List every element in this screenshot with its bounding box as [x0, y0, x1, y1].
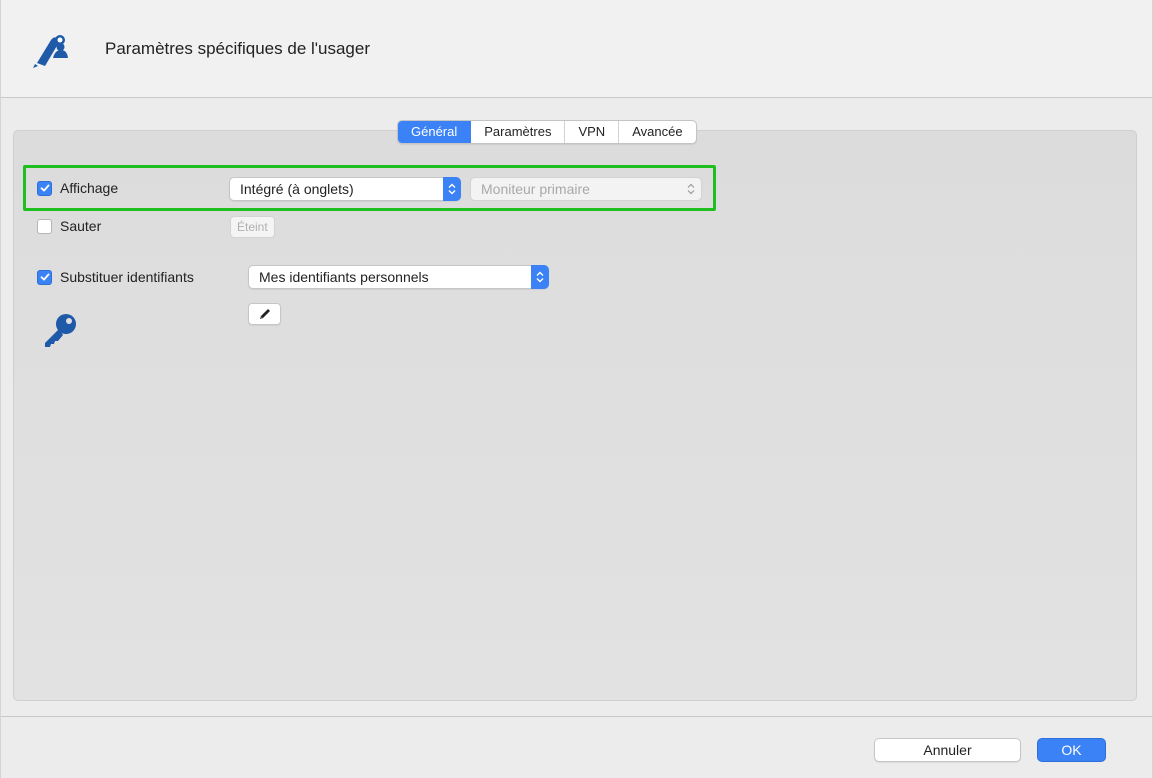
tab-content-panel	[13, 130, 1137, 701]
user-pen-icon	[33, 35, 68, 68]
affichage-label: Affichage	[60, 180, 119, 196]
display-mode-select[interactable]: Intégré (à onglets)	[229, 177, 461, 201]
cancel-button[interactable]: Annuler	[874, 738, 1021, 762]
sauter-option[interactable]: Sauter	[37, 218, 101, 234]
tab-parametres[interactable]: Paramètres	[471, 121, 566, 143]
footer-divider	[1, 716, 1152, 717]
dialog-title: Paramètres spécifiques de l'usager	[105, 39, 370, 58]
credentials-select[interactable]: Mes identifiants personnels	[248, 265, 549, 289]
tab-vpn[interactable]: VPN	[565, 121, 620, 143]
substituer-option[interactable]: Substituer identifiants	[37, 269, 194, 285]
chevron-updown-icon	[443, 177, 461, 201]
monitor-select[interactable]: Moniteur primaire	[470, 177, 702, 201]
display-mode-value: Intégré (à onglets)	[240, 181, 354, 197]
substituer-checkbox[interactable]	[37, 269, 52, 285]
sauter-label: Sauter	[60, 218, 102, 234]
substituer-label: Substituer identifiants	[60, 269, 194, 285]
dialog-header: Paramètres spécifiques de l'usager	[1, 0, 1152, 98]
monitor-value: Moniteur primaire	[481, 181, 590, 197]
tab-avancee[interactable]: Avancée	[619, 121, 695, 143]
checkmark-icon	[40, 184, 49, 192]
credentials-value: Mes identifiants personnels	[259, 269, 429, 285]
key-icon	[45, 314, 76, 347]
dialog-window: Paramètres spécifiques de l'usager Génér…	[0, 0, 1153, 778]
eteint-button[interactable]: Éteint	[230, 216, 275, 238]
tab-bar: Général Paramètres VPN Avancée	[397, 120, 697, 144]
checkmark-icon	[40, 273, 49, 281]
sauter-checkbox[interactable]	[37, 218, 52, 234]
affichage-option[interactable]: Affichage	[37, 180, 118, 196]
pencil-icon	[259, 309, 270, 319]
affichage-checkbox[interactable]	[37, 180, 52, 196]
ok-button[interactable]: OK	[1037, 738, 1106, 762]
chevron-updown-icon	[531, 265, 549, 289]
edit-credentials-button[interactable]	[248, 303, 281, 325]
tab-general[interactable]: Général	[398, 121, 472, 143]
chevron-updown-icon	[687, 178, 695, 200]
